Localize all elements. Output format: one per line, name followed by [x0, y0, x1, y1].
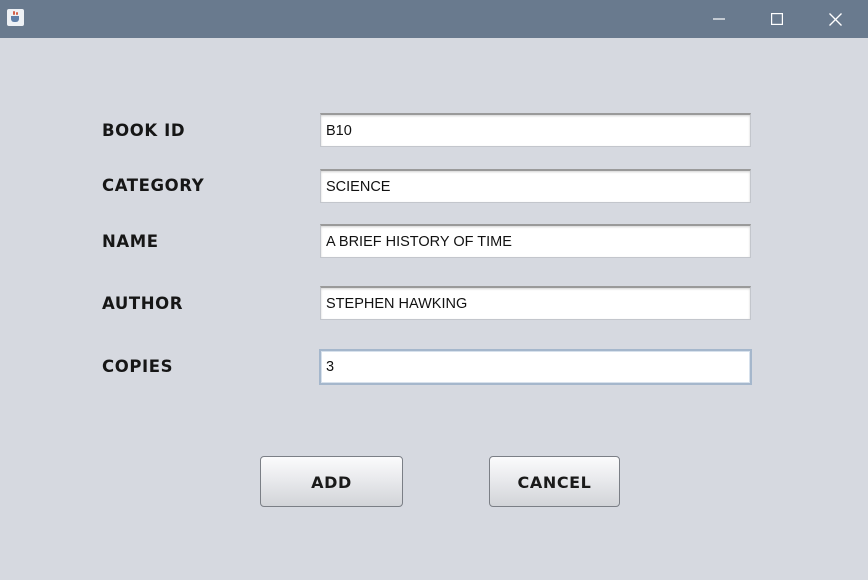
copies-input[interactable]	[319, 349, 752, 385]
name-input[interactable]	[320, 224, 751, 258]
java-cup-icon	[7, 9, 24, 26]
add-book-window: BOOK ID CATEGORY NAME AUTHOR COPIES ADD …	[0, 0, 868, 580]
close-icon	[828, 12, 842, 26]
maximize-button[interactable]	[748, 0, 806, 38]
book-id-label: BOOK ID	[102, 121, 186, 140]
author-input[interactable]	[320, 286, 751, 320]
maximize-icon	[771, 13, 783, 25]
category-input[interactable]	[320, 169, 751, 203]
cancel-button[interactable]: CANCEL	[489, 456, 620, 507]
title-bar[interactable]	[0, 0, 868, 38]
close-button[interactable]	[806, 0, 864, 38]
book-id-input[interactable]	[320, 113, 751, 147]
add-button[interactable]: ADD	[260, 456, 403, 507]
author-label: AUTHOR	[102, 294, 184, 313]
minimize-icon	[713, 18, 725, 20]
category-label: CATEGORY	[102, 176, 205, 195]
name-label: NAME	[102, 232, 159, 251]
minimize-button[interactable]	[690, 0, 748, 38]
copies-label: COPIES	[102, 357, 174, 376]
